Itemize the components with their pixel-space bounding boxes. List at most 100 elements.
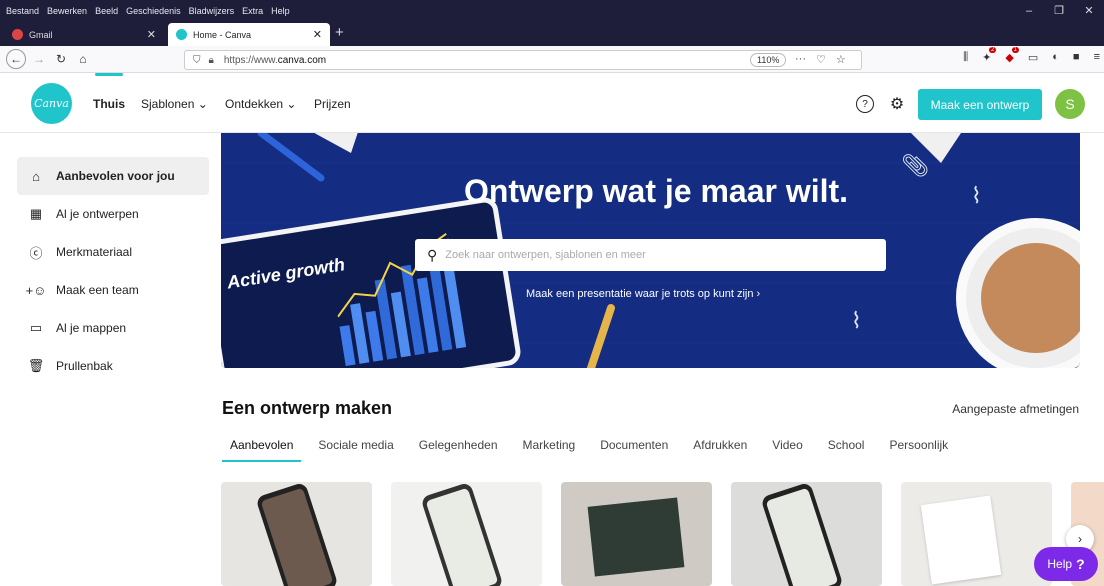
menu-bladwijzers[interactable]: Bladwijzers bbox=[189, 6, 235, 16]
sidebar-item-label: Al je ontwerpen bbox=[56, 207, 139, 221]
menu-bewerken[interactable]: Bewerken bbox=[47, 6, 87, 16]
restore-icon[interactable]: ❐ bbox=[1044, 0, 1074, 21]
menu-bestand[interactable]: Bestand bbox=[6, 6, 39, 16]
bookmark-star-icon[interactable]: ☆ bbox=[836, 53, 846, 66]
zoom-indicator[interactable]: 110% bbox=[750, 53, 787, 67]
sidebar-item-mappen[interactable]: ▭ Al je mappen bbox=[17, 309, 209, 347]
brand-icon: ⓒ bbox=[29, 245, 43, 261]
sidebar-item-label: Maak een team bbox=[56, 283, 139, 297]
folder-icon: ▭ bbox=[29, 320, 43, 335]
browser-tabbar: Gmail ✕ Home - Canva ✕ + bbox=[0, 21, 1104, 46]
tab-afdrukken[interactable]: Afdrukken bbox=[685, 438, 755, 462]
close-window-icon[interactable]: ✕ bbox=[1074, 0, 1104, 21]
close-tab-icon[interactable]: ✕ bbox=[147, 28, 156, 41]
category-tabs: Aanbevolen Sociale media Gelegenheden Ma… bbox=[222, 438, 965, 462]
phone-illustration bbox=[420, 482, 504, 586]
browser-menubar: Bestand Bewerken Beeld Geschiedenis Blad… bbox=[0, 0, 1104, 21]
template-card[interactable] bbox=[221, 482, 372, 586]
menu-beeld[interactable]: Beeld bbox=[95, 6, 118, 16]
nav-sjablonen[interactable]: Sjablonen ⌄ bbox=[141, 97, 208, 111]
extension3-icon[interactable]: ■ bbox=[1073, 51, 1080, 64]
add-team-icon: +☺ bbox=[25, 282, 47, 298]
tab-persoonlijk[interactable]: Persoonlijk bbox=[881, 438, 956, 462]
extension2-icon[interactable]: ◐ bbox=[1052, 51, 1059, 64]
library-icon[interactable]: ⫼ bbox=[963, 51, 968, 64]
presentation-link[interactable]: Maak een presentatie waar je trots op ku… bbox=[526, 288, 760, 300]
sidebar-item-label: Merkmateriaal bbox=[56, 245, 133, 259]
sidebar: ⌂ Aanbevolen voor jou ▦ Al je ontwerpen … bbox=[17, 157, 209, 385]
extension-icon[interactable]: ✦ 2 bbox=[982, 47, 997, 64]
paperclip-icon: 📎︎ bbox=[901, 153, 929, 178]
sidebar-item-label: Al je mappen bbox=[56, 321, 127, 335]
create-design-button[interactable]: Maak een ontwerp bbox=[918, 89, 1042, 120]
sidebar-item-label: Prullenbak bbox=[56, 359, 113, 373]
search-icon: ⚲ bbox=[427, 246, 438, 263]
tab-aanbevolen[interactable]: Aanbevolen bbox=[222, 438, 302, 462]
home-icon: ⌂ bbox=[32, 168, 40, 184]
help-icon[interactable]: ? bbox=[856, 95, 874, 113]
url-actions: ··· ♡ ☆ bbox=[795, 53, 846, 66]
shield-icon: ⛉ bbox=[193, 54, 201, 66]
template-card[interactable] bbox=[901, 482, 1052, 586]
menu-geschiedenis[interactable]: Geschiedenis bbox=[126, 6, 181, 16]
new-tab-icon[interactable]: + bbox=[335, 24, 344, 41]
phone-illustration bbox=[255, 482, 339, 586]
nav-thuis[interactable]: Thuis bbox=[93, 97, 125, 111]
nav-prijzen[interactable]: Prijzen bbox=[314, 97, 351, 111]
reload-icon[interactable]: ↻ bbox=[50, 48, 72, 70]
sidebar-item-merkmateriaal[interactable]: ⓒ Merkmateriaal bbox=[17, 233, 209, 271]
card-illustration bbox=[920, 495, 1002, 585]
minimize-icon[interactable]: – bbox=[1014, 0, 1044, 21]
gmail-icon bbox=[12, 29, 23, 40]
menu-extra[interactable]: Extra bbox=[242, 6, 263, 16]
canva-logo[interactable]: Canva bbox=[31, 83, 72, 124]
section-title: Een ontwerp maken bbox=[222, 398, 393, 418]
lock-icon: 🔒︎ bbox=[208, 54, 214, 66]
template-cards bbox=[221, 482, 1104, 586]
sidebar-item-ontwerpen[interactable]: ▦ Al je ontwerpen bbox=[17, 195, 209, 233]
tab-video[interactable]: Video bbox=[764, 438, 810, 462]
help-label: Help bbox=[1047, 557, 1073, 571]
sidebar-item-aanbevolen[interactable]: ⌂ Aanbevolen voor jou bbox=[17, 157, 209, 195]
help-mark: ? bbox=[1076, 556, 1085, 572]
search-placeholder: Zoek naar ontwerpen, sjablonen en meer bbox=[445, 249, 646, 261]
home-browser-icon[interactable]: ⌂ bbox=[72, 48, 94, 70]
paperclip-icon: ⌇ bbox=[971, 183, 982, 208]
tab-gelegenheden[interactable]: Gelegenheden bbox=[411, 438, 506, 462]
address-bar[interactable]: ⛉ 🔒︎ https://www. canva.com 110% ··· ♡ ☆ bbox=[184, 50, 862, 70]
url-domain: canva.com bbox=[277, 54, 327, 66]
sidebar-item-prullenbak[interactable]: 🗑︎ Prullenbak bbox=[17, 347, 209, 385]
trash-icon: 🗑︎ bbox=[27, 358, 45, 373]
sidebar-item-team[interactable]: +☺ Maak een team bbox=[17, 271, 209, 309]
forward-icon[interactable]: → bbox=[28, 48, 50, 70]
more-icon[interactable]: ··· bbox=[795, 53, 806, 66]
settings-icon[interactable]: ⚙ bbox=[888, 95, 906, 113]
browser-navbar: ← → ↻ ⌂ ⛉ 🔒︎ https://www. canva.com 110% … bbox=[0, 46, 1104, 73]
nav-ontdekken[interactable]: Ontdekken ⌄ bbox=[225, 97, 296, 111]
phone-illustration bbox=[760, 482, 844, 586]
search-input[interactable]: ⚲ Zoek naar ontwerpen, sjablonen en meer bbox=[415, 239, 886, 271]
avatar[interactable]: S bbox=[1055, 89, 1085, 119]
help-button[interactable]: Help ? bbox=[1034, 547, 1098, 581]
tab-marketing[interactable]: Marketing bbox=[515, 438, 584, 462]
template-card[interactable] bbox=[561, 482, 712, 586]
canva-icon bbox=[176, 29, 187, 40]
tab-documenten[interactable]: Documenten bbox=[592, 438, 676, 462]
template-card[interactable] bbox=[731, 482, 882, 586]
adblock-icon[interactable]: ◆ 1 bbox=[1005, 47, 1019, 64]
tab-gmail[interactable]: Gmail ✕ bbox=[4, 23, 164, 46]
container-icon[interactable]: ▭ bbox=[1028, 51, 1038, 64]
back-icon[interactable]: ← bbox=[6, 49, 26, 69]
close-tab-icon[interactable]: ✕ bbox=[313, 28, 322, 41]
tab-school[interactable]: School bbox=[820, 438, 873, 462]
tab-sociale-media[interactable]: Sociale media bbox=[310, 438, 401, 462]
pocket-icon[interactable]: ♡ bbox=[816, 53, 826, 66]
hamburger-menu-icon[interactable]: ≡ bbox=[1094, 51, 1100, 64]
template-card[interactable] bbox=[391, 482, 542, 586]
hero-title: Ontwerp wat je maar wilt. bbox=[463, 173, 849, 209]
tab-canva[interactable]: Home - Canva ✕ bbox=[168, 23, 330, 46]
menu-help[interactable]: Help bbox=[271, 6, 290, 16]
site-header: Canva Thuis Sjablonen ⌄ Ontdekken ⌄ Prij… bbox=[0, 73, 1104, 133]
custom-size-link[interactable]: Aangepaste afmetingen bbox=[952, 402, 1079, 416]
hero-banner: Active growth 📎︎ ⌇ ⌇ Ontwerp wat je maar… bbox=[221, 133, 1080, 368]
